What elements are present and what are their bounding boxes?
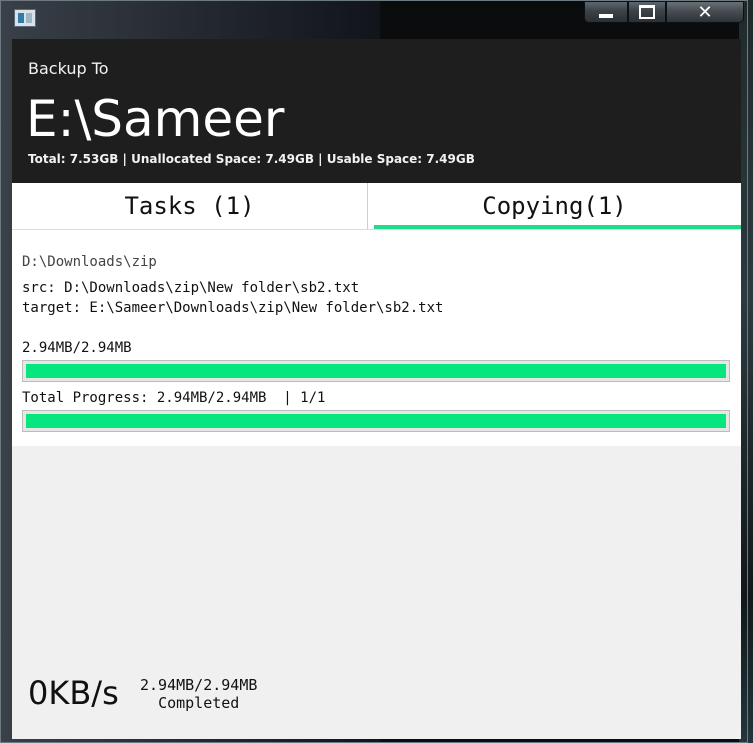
tab-copying-label: Copying(1) bbox=[482, 192, 627, 220]
backup-destination-path: E:\Sameer bbox=[26, 90, 285, 148]
tab-bar: Tasks (1) Copying(1) bbox=[12, 183, 741, 230]
tab-copying[interactable]: Copying(1) bbox=[368, 183, 741, 229]
target-file: target: E:\Sameer\Downloads\zip\New fold… bbox=[22, 300, 444, 316]
maximize-button[interactable] bbox=[628, 1, 666, 23]
status-footer: 0KB/s 2.94MB/2.94MB Completed bbox=[12, 652, 741, 739]
transfer-size: 2.94MB/2.94MB bbox=[140, 676, 258, 694]
total-progress-bar bbox=[22, 410, 730, 432]
total-progress-text: Total Progress: 2.94MB/2.94MB | 1/1 bbox=[22, 390, 326, 406]
transfer-speed: 0KB/s bbox=[28, 674, 119, 712]
maximize-icon bbox=[639, 5, 655, 19]
backup-to-label: Backup To bbox=[28, 59, 109, 78]
copying-panel: D:\Downloads\zip src: D:\Downloads\zip\N… bbox=[12, 230, 741, 446]
selected-tab-indicator bbox=[374, 225, 741, 229]
disk-space-info: Total: 7.53GB | Unallocated Space: 7.49G… bbox=[28, 152, 475, 166]
total-progress-fill bbox=[26, 414, 726, 428]
minimize-icon bbox=[599, 14, 613, 18]
app-content: Backup To E:\Sameer Total: 7.53GB | Unal… bbox=[12, 39, 741, 739]
app-icon[interactable] bbox=[14, 9, 36, 27]
tab-tasks[interactable]: Tasks (1) bbox=[12, 183, 368, 229]
transfer-summary: 2.94MB/2.94MB Completed bbox=[140, 676, 257, 712]
file-progress-bar bbox=[22, 360, 730, 382]
file-progress-fill bbox=[26, 364, 726, 378]
close-icon: ✕ bbox=[697, 1, 713, 23]
transfer-status: Completed bbox=[158, 694, 240, 712]
file-progress-text: 2.94MB/2.94MB bbox=[22, 340, 132, 356]
source-directory: D:\Downloads\zip bbox=[22, 254, 157, 270]
window-controls: ✕ bbox=[584, 1, 744, 23]
backup-header: Backup To E:\Sameer Total: 7.53GB | Unal… bbox=[12, 39, 741, 183]
app-window: ✕ Backup To E:\Sameer Total: 7.53GB | Un… bbox=[0, 0, 748, 743]
title-bar[interactable]: ✕ bbox=[2, 1, 748, 39]
minimize-button[interactable] bbox=[584, 1, 628, 23]
source-file: src: D:\Downloads\zip\New folder\sb2.txt bbox=[22, 280, 360, 296]
close-button[interactable]: ✕ bbox=[666, 1, 744, 23]
tab-tasks-label: Tasks (1) bbox=[124, 192, 255, 220]
